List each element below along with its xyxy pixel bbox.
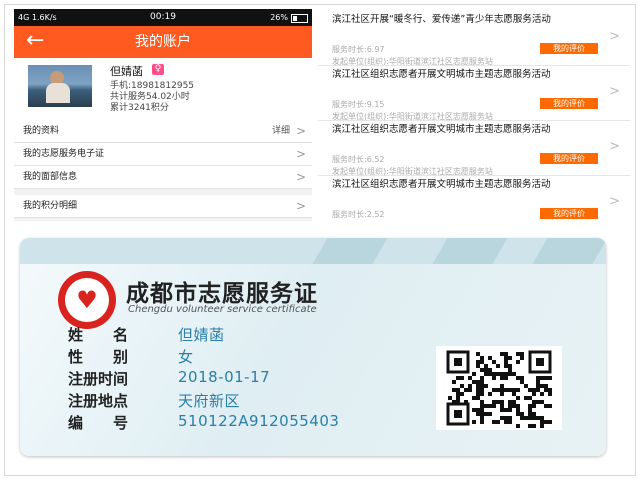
review-button[interactable]: 我的评价 <box>540 153 598 164</box>
chevron-right-icon: > <box>295 147 306 161</box>
chevron-right-icon: > <box>609 84 620 99</box>
menu-item-label: 我的积分明细 <box>23 201 78 211</box>
field-value-register-place: 天府新区 <box>178 392 241 410</box>
activity-duration: 服务时长:9.15 <box>332 100 385 109</box>
clock: 00:19 <box>150 12 176 22</box>
menu-item-label: 我的志愿服务电子证 <box>23 149 105 159</box>
field-value-register-date: 2018-01-17 <box>178 368 271 386</box>
review-button[interactable]: 我的评价 <box>540 98 598 109</box>
activity-title: 滨江社区组织志愿者开展文明城市主题志愿服务活动 <box>332 179 551 190</box>
menu-item-label: 我的面部信息 <box>23 172 78 182</box>
menu-item-e-certificate[interactable]: 我的志愿服务电子证 > <box>14 143 312 166</box>
qr-code-icon[interactable] <box>436 346 562 430</box>
chevron-right-icon: > <box>609 194 620 209</box>
app-bar: ← 我的账户 <box>14 26 312 58</box>
battery-percent: 26% <box>270 13 288 22</box>
card-title: 成都市志愿服务证 <box>126 281 318 307</box>
volunteer-logo-icon: ♥ <box>58 271 116 329</box>
activity-item[interactable]: 滨江社区组织志愿者开展文明城市主题志愿服务活动 服务时长:6.52 我的评价 发… <box>318 121 630 176</box>
chevron-right-icon: > <box>609 139 620 154</box>
menu-item-points-detail[interactable]: 我的积分明细 > <box>14 195 312 218</box>
menu-item-detail: 详细 <box>271 126 290 136</box>
volunteer-certificate-card: ♥ 成都市志愿服务证 Chengdu volunteer service cer… <box>20 238 606 456</box>
field-label-id-number: 编 号 <box>68 414 129 432</box>
activity-duration: 服务时长:6.97 <box>332 45 385 54</box>
activity-title: 滨江社区组织志愿者开展文明城市主题志愿服务活动 <box>332 69 551 80</box>
card-top-band <box>20 238 606 264</box>
total-points: 累计3241积分 <box>110 103 169 113</box>
field-value-id-number: 510122A912055403 <box>178 412 340 430</box>
activity-item[interactable]: 滨江社区组织志愿者开展文明城市主题志愿服务活动 服务时长:9.15 我的评价 发… <box>318 66 630 121</box>
activity-title: 滨江社区组织志愿者开展文明城市主题志愿服务活动 <box>332 124 551 135</box>
chevron-right-icon: > <box>295 170 306 184</box>
activity-title: 滨江社区开展“暖冬行、爱传递”青少年志愿服务活动 <box>332 14 551 25</box>
menu-item-label: 我的资料 <box>23 126 60 136</box>
review-button[interactable]: 我的评价 <box>540 208 598 219</box>
field-value-gender: 女 <box>178 348 194 366</box>
chevron-right-icon: > <box>609 29 620 44</box>
battery-icon <box>291 14 308 23</box>
chevron-right-icon: > <box>295 199 306 213</box>
field-label-gender: 性 别 <box>68 348 129 366</box>
activity-list: 滨江社区开展“暖冬行、爱传递”青少年志愿服务活动 服务时长:6.97 我的评价 … <box>318 9 630 221</box>
activity-item[interactable]: 滨江社区开展“暖冬行、爱传递”青少年志愿服务活动 服务时长:6.97 我的评价 … <box>318 11 630 66</box>
status-bar: 4G 1.6K/s 00:19 26% <box>14 9 312 26</box>
activity-duration: 服务时长:2.52 <box>332 210 385 219</box>
user-name: 但婧菡 <box>110 65 143 78</box>
menu-item-face-info[interactable]: 我的面部信息 > <box>14 166 312 189</box>
review-button[interactable]: 我的评价 <box>540 43 598 54</box>
field-label-register-place: 注册地点 <box>68 392 129 410</box>
field-label-register-date: 注册时间 <box>68 370 129 388</box>
female-icon: ♀ <box>152 64 164 75</box>
field-value-name: 但婧菡 <box>178 326 225 344</box>
card-subtitle: Chengdu volunteer service certificate <box>128 304 317 315</box>
activity-item[interactable]: 滨江社区组织志愿者开展文明城市主题志愿服务活动 服务时长:2.52 我的评价 > <box>318 176 630 221</box>
page-title: 我的账户 <box>135 34 191 50</box>
account-screen: 4G 1.6K/s 00:19 26% ← 我的账户 但婧菡 ♀ 手机:1898… <box>14 9 312 221</box>
chevron-right-icon: > <box>295 124 306 138</box>
avatar[interactable] <box>28 65 92 107</box>
profile-card: 但婧菡 ♀ 手机:18981812955 共计服务54.02小时 累计3241积… <box>14 58 312 124</box>
field-label-name: 姓 名 <box>68 326 129 344</box>
activity-duration: 服务时长:6.52 <box>332 155 385 164</box>
menu-item-my-profile[interactable]: 我的资料 详细 > <box>14 120 312 143</box>
